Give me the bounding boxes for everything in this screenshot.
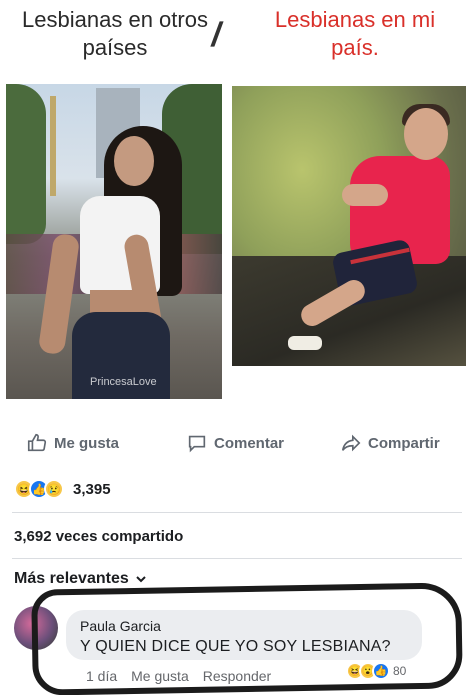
share-button[interactable]: Compartir	[340, 420, 440, 466]
separator-slash: /	[208, 16, 225, 54]
comment-icon	[188, 435, 206, 453]
chevron-down-icon	[136, 576, 146, 583]
comments-filter-dropdown[interactable]: Más relevantes	[14, 570, 147, 588]
reaction-icons: 😆 👍 😢	[14, 479, 64, 499]
sad-reaction-icon: 😢	[44, 479, 64, 499]
comments-filter-label: Más relevantes	[14, 570, 129, 587]
comment-label: Comentar	[214, 434, 285, 452]
divider	[12, 558, 462, 559]
person-face	[114, 136, 154, 186]
post-actions-bar: Me gusta Comentar Compartir	[0, 420, 474, 466]
comment-button[interactable]: Comentar	[186, 420, 284, 466]
person-face	[404, 108, 448, 160]
person-sandal	[288, 336, 322, 350]
hand-drawn-circle	[31, 582, 463, 695]
like-label: Me gusta	[54, 434, 120, 452]
share-arrow-icon	[341, 434, 361, 452]
right-photo	[232, 86, 466, 366]
watermark-text: PrincesaLove	[90, 376, 157, 388]
share-label: Compartir	[368, 434, 440, 452]
reactions-summary[interactable]: 😆 👍 😢 3,395	[14, 476, 111, 502]
share-count[interactable]: 3,692 veces compartido	[14, 528, 183, 545]
left-photo: PrincesaLove	[6, 84, 222, 399]
divider	[12, 512, 462, 513]
left-heading: Lesbianas en otros países	[22, 7, 208, 60]
monument-shape	[50, 96, 56, 196]
thumbs-up-icon	[27, 433, 47, 452]
meme-image[interactable]: Lesbianas en otros países / Lesbianas en…	[0, 0, 474, 410]
reaction-count: 3,395	[73, 480, 111, 498]
tree-shape	[6, 84, 46, 244]
like-button[interactable]: Me gusta	[26, 420, 119, 466]
person-arm	[342, 184, 388, 206]
right-heading: Lesbianas en mi país.	[274, 7, 436, 60]
